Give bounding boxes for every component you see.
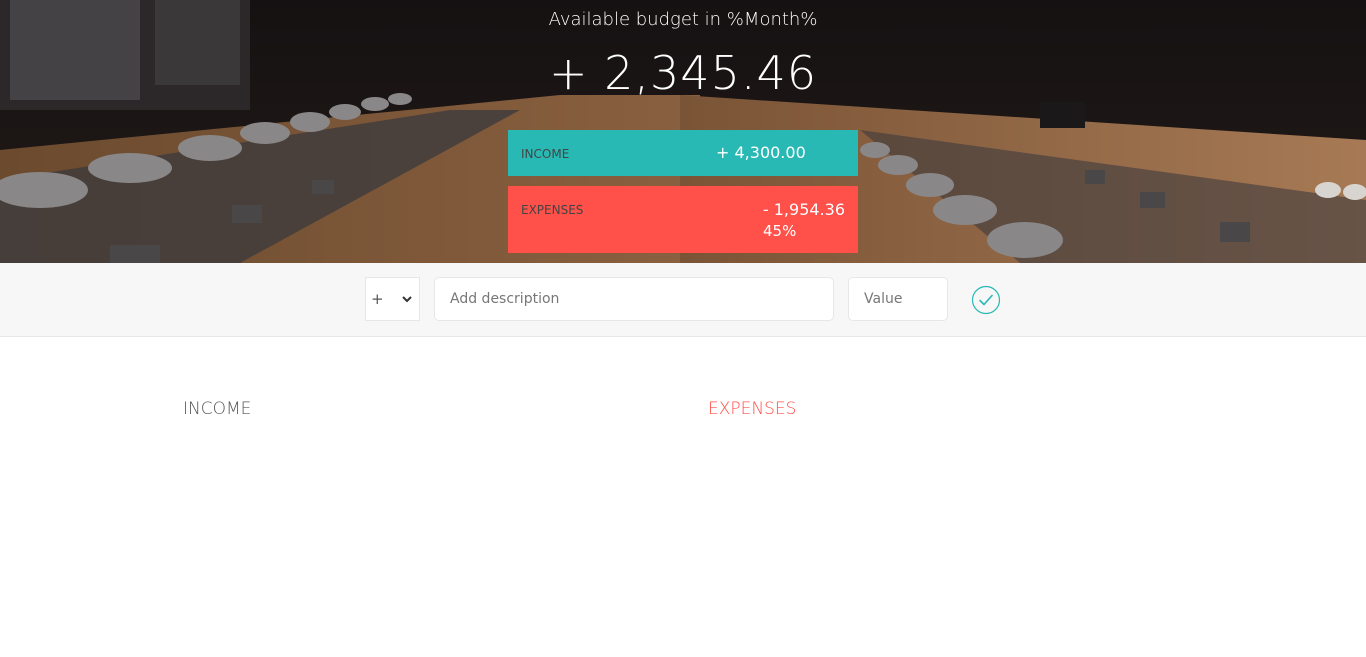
expenses-summary-value: - 1,954.36 (762, 200, 845, 219)
expenses-percentage: 45% (763, 222, 797, 240)
description-input[interactable] (434, 277, 834, 321)
add-item-bar: + (0, 263, 1366, 337)
income-summary: Income + 4,300.00 (508, 130, 858, 176)
income-list-title: Income (183, 399, 252, 419)
add-button[interactable] (971, 285, 1001, 315)
type-select[interactable]: + (365, 277, 420, 321)
expenses-summary: Expenses - 1,954.36 45% (508, 186, 858, 253)
expenses-summary-label: Expenses (521, 203, 584, 217)
income-summary-value: + 4,300.00 (716, 143, 806, 162)
budget-title: Available budget in %Month% (548, 9, 818, 30)
chevron-down-icon (402, 296, 412, 303)
expenses-list-title: Expenses (708, 399, 797, 419)
value-input[interactable] (848, 277, 948, 321)
type-select-value: + (371, 290, 384, 308)
budget-value: + 2,345.46 (548, 46, 817, 100)
income-summary-label: Income (521, 147, 570, 161)
check-circle-icon (971, 285, 1001, 315)
header-section: Available budget in %Month% + 2,345.46 I… (0, 0, 1366, 263)
